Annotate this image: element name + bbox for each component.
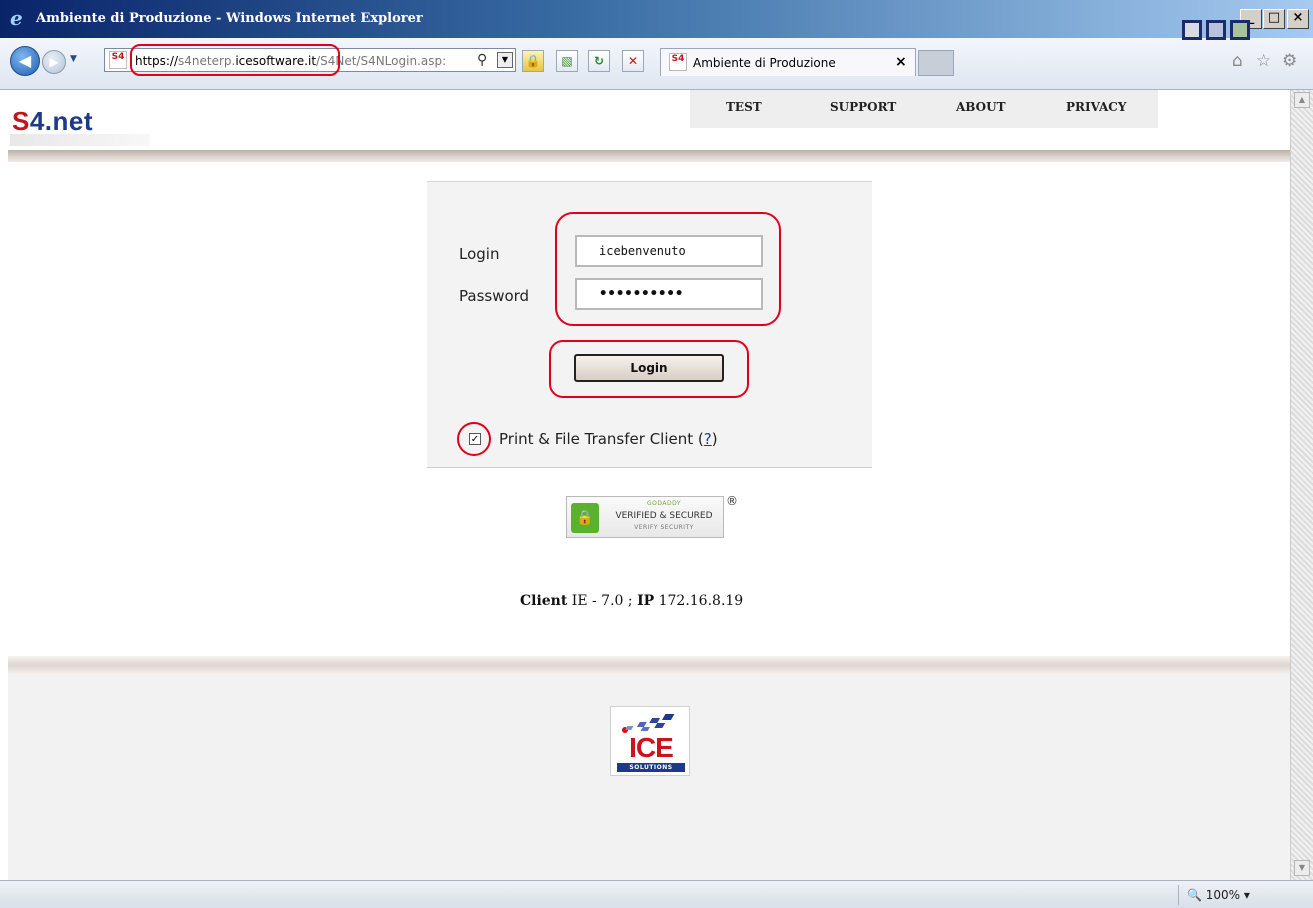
home-icon[interactable]: ⌂ [1232, 51, 1243, 71]
print-transfer-text: Print & File Transfer Client [499, 430, 694, 448]
new-tab-button[interactable] [918, 50, 954, 76]
ie-logo-icon: e [10, 6, 23, 30]
theme-switch-green[interactable] [1230, 20, 1250, 40]
footer-divider-band [8, 656, 1290, 674]
window-title-bar: e Ambiente di Produzione - Windows Inter… [0, 0, 1313, 38]
history-dropdown-icon[interactable]: ▼ [70, 54, 77, 64]
menu-item-privacy[interactable]: PRIVACY [1066, 100, 1126, 114]
url-protocol: https:// [135, 54, 179, 68]
address-dropdown-icon[interactable]: ▼ [497, 52, 513, 68]
menu-item-support[interactable]: SUPPORT [830, 100, 896, 114]
theme-switch-blue[interactable] [1206, 20, 1226, 40]
compatibility-view-icon[interactable]: ▧ [556, 50, 578, 72]
address-bar[interactable]: S4 https://s4neterp.icesoftware.it/S4Net… [104, 48, 516, 72]
stop-icon[interactable]: ✕ [622, 50, 644, 72]
zoom-level: 100% [1205, 888, 1241, 902]
tab-ambiente-di-produzione[interactable]: S4 Ambiente di Produzione × [660, 48, 916, 76]
favorites-icon[interactable]: ☆ [1256, 51, 1271, 71]
godaddy-seal[interactable]: 🔒 GODADDY VERIFIED & SECURED VERIFY SECU… [566, 496, 724, 538]
tab-favicon-icon: S4 [669, 53, 687, 71]
seal-lock-icon: 🔒 [571, 503, 599, 533]
zoom-dropdown-icon[interactable]: ▾ [1244, 888, 1250, 902]
url-subdomain: s4neterp. [178, 54, 236, 68]
login-button[interactable]: Login [574, 354, 724, 382]
s4net-logo[interactable]: S4.net [12, 106, 93, 136]
seal-verify: VERIFY SECURITY [634, 524, 694, 531]
client-label: Client [520, 593, 568, 609]
seal-title: VERIFIED & SECURED [615, 511, 713, 521]
page-header: S4.net TEST SUPPORT ABOUT PRIVACY [8, 90, 1290, 150]
theme-switch-gray[interactable] [1182, 20, 1202, 40]
header-divider-band [8, 150, 1290, 162]
print-transfer-label: Print & File Transfer Client (?) [499, 429, 718, 449]
ip-value: 172.16.8.19 [658, 593, 744, 609]
ice-logo-subtitle: SOLUTIONS [617, 763, 685, 772]
close-window-button[interactable]: × [1287, 9, 1309, 29]
ice-logo-text: ICE [629, 732, 674, 763]
menu-item-test[interactable]: TEST [726, 100, 762, 114]
client-value: IE - 7.0 ; [571, 593, 633, 609]
refresh-icon[interactable]: ↻ [588, 50, 610, 72]
vertical-scrollbar[interactable]: ▲ ▼ [1290, 90, 1313, 880]
url-domain: icesoftware.it [235, 54, 317, 68]
tab-label: Ambiente di Produzione [693, 56, 836, 70]
window-title: Ambiente di Produzione - Windows Interne… [36, 11, 423, 26]
ip-label: IP [637, 593, 655, 609]
login-panel: Login Password icebenvenuto •••••••••• L… [427, 181, 872, 468]
site-favicon-icon: S4 [109, 51, 127, 69]
logo-text-rest: 4.net [29, 106, 94, 136]
help-close-paren: ) [711, 430, 718, 448]
registered-mark: ® [726, 494, 738, 508]
menu-item-about[interactable]: ABOUT [956, 100, 1006, 114]
back-button[interactable]: ◀ [10, 46, 40, 76]
lock-icon[interactable]: 🔒 [522, 50, 544, 72]
login-label: Login [459, 245, 500, 263]
top-menu: TEST SUPPORT ABOUT PRIVACY [690, 90, 1158, 128]
footer-area [8, 674, 1290, 880]
scroll-down-arrow-icon[interactable]: ▼ [1294, 860, 1310, 876]
logo-reflection [10, 134, 150, 146]
seal-brand: GODADDY [646, 500, 682, 507]
password-input[interactable]: •••••••••• [575, 278, 763, 310]
login-input[interactable]: icebenvenuto [575, 235, 763, 267]
maximize-button[interactable]: □ [1263, 9, 1285, 29]
search-icon[interactable]: ⚲ [477, 52, 487, 68]
logo-letter-s: S [12, 106, 30, 136]
url-path: /S4Net/S4NLogin.asp: [316, 54, 447, 68]
zoom-control[interactable]: 🔍 100% ▾ [1178, 885, 1294, 905]
address-url[interactable]: https://s4neterp.icesoftware.it/S4Net/S4… [135, 53, 465, 69]
client-info: Client IE - 7.0 ; IP 172.16.8.19 [520, 592, 743, 610]
help-link[interactable]: ? [704, 430, 712, 448]
ice-solutions-logo[interactable]: ICE SOLUTIONS [610, 706, 690, 776]
zoom-icon: 🔍 [1187, 888, 1202, 902]
tools-gear-icon[interactable]: ⚙ [1282, 51, 1297, 71]
password-label: Password [459, 287, 530, 305]
scroll-up-arrow-icon[interactable]: ▲ [1294, 92, 1310, 108]
tab-close-icon[interactable]: × [895, 54, 907, 70]
print-transfer-checkbox[interactable]: ✓ [469, 433, 481, 445]
forward-button[interactable]: ▶ [42, 50, 66, 74]
browser-navigation-bar: ◀ ▶ ▼ S4 https://s4neterp.icesoftware.it… [0, 38, 1313, 90]
status-bar: 🔍 100% ▾ [0, 880, 1313, 908]
